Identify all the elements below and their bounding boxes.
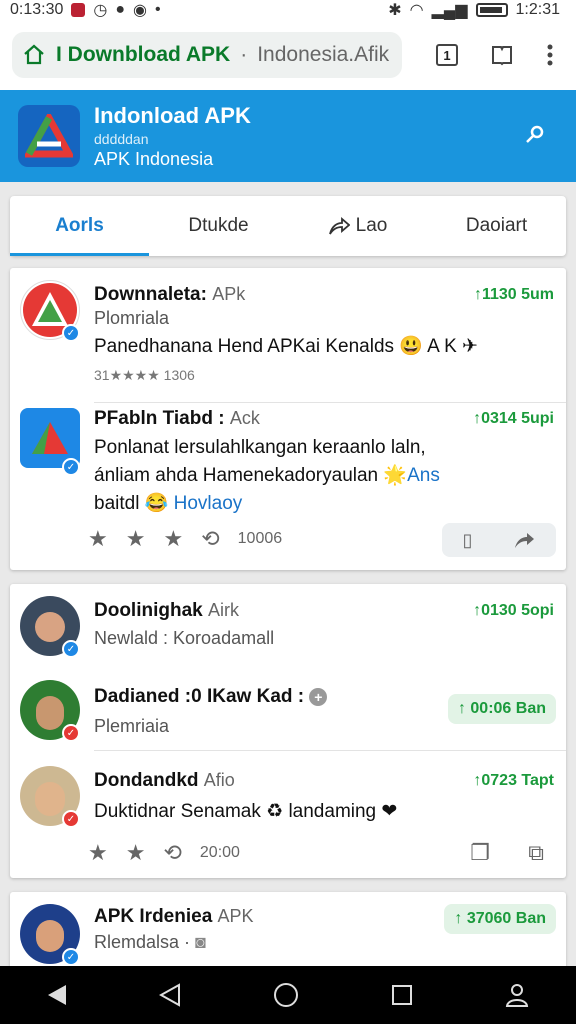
star-icon[interactable]: ★ — [88, 526, 108, 552]
app-header: Indonload APK dddddan APK Indonesia — [0, 90, 576, 182]
feed-card: ✓ Downnaleta: APk ↑1130 5um Plomriala Pa… — [10, 268, 566, 570]
post-subtitle: Rlemdalsa · — [94, 932, 191, 952]
copy-icon[interactable]: ❐ — [470, 840, 490, 866]
post-author: PFabln Tiabd : — [94, 408, 225, 429]
tab-label: Lao — [355, 215, 388, 236]
star-icon[interactable]: ★ — [88, 840, 108, 866]
logo-triangle-icon — [25, 114, 73, 158]
post-link[interactable]: Hovlaoy — [174, 493, 243, 514]
tab-1[interactable]: Dtukde — [149, 196, 288, 256]
post-count: 10006 — [237, 530, 283, 547]
post-author: Dondandkd — [94, 770, 199, 791]
camera-icon: ◙ — [195, 932, 206, 952]
status-time-left: 0:13:30 — [10, 1, 64, 18]
recents-icon[interactable] — [391, 984, 413, 1006]
tab-0[interactable]: Aorls — [10, 196, 149, 256]
post-body-line3: baitdl 😂 — [94, 493, 169, 514]
bookmark-icon[interactable]: ⧉ — [528, 840, 544, 866]
app-tagline: dddddan — [94, 130, 149, 147]
home-circle-icon[interactable] — [273, 982, 299, 1008]
tab-3[interactable]: Daoiart — [427, 196, 566, 256]
url-domain: I Downbload APK — [56, 43, 231, 66]
browser-toolbar: I Downbload APK · Indonesia.Afik 1 — [0, 20, 576, 90]
url-separator: · — [240, 43, 248, 66]
url-path: Indonesia.Afik — [257, 43, 390, 66]
post-body-line2: ánliam ahda Hamenekadoryaulan 🌟 — [94, 465, 408, 486]
home-icon[interactable] — [22, 43, 46, 67]
address-bar[interactable]: I Downbload APK · Indonesia.Afik — [12, 32, 402, 78]
post-actions: ★ ★ ★ ⟲ 10006 — [88, 526, 282, 552]
feed-card: ✓ Doolinighak Airk ↑0130 5opi Newlald : … — [10, 584, 566, 878]
star-icon[interactable]: ★ — [126, 526, 146, 552]
post-tag: APK — [217, 906, 254, 926]
back-icon[interactable] — [159, 983, 181, 1007]
tab-2[interactable]: Lao — [288, 196, 427, 256]
post-author: APK Irdeniea — [94, 906, 213, 927]
action-segment: ▯ — [442, 523, 556, 557]
dot-icon: • — [155, 1, 161, 18]
like-icon[interactable]: ▯ — [463, 530, 473, 551]
tab-label: Daoiart — [465, 215, 528, 236]
tab-switcher-button[interactable]: 1 — [436, 44, 458, 66]
post-time: ↑0314 5upi — [473, 410, 554, 427]
repost-icon[interactable]: ⟲ — [201, 526, 219, 552]
post-tag: Ack — [229, 408, 260, 428]
media-icon: ◉ — [133, 2, 147, 19]
system-nav-bar — [0, 966, 576, 1024]
tab-label: Dtukde — [188, 215, 249, 236]
battery-icon — [475, 3, 508, 17]
share-arrow-icon — [328, 217, 350, 235]
tab-bar: Aorls Dtukde Lao Daoiart — [10, 196, 566, 256]
profile-icon[interactable] — [504, 982, 530, 1008]
app-title: Indonload APK — [94, 102, 251, 128]
app-notification-icon — [71, 3, 86, 17]
share-arrow-icon[interactable] — [513, 530, 535, 550]
repost-icon[interactable]: ⟲ — [163, 840, 181, 866]
post-time: ↑0723 Tapt — [473, 772, 554, 789]
app-logo — [18, 105, 80, 167]
bluetooth-icon: ✱ — [388, 2, 402, 19]
clock-icon: ◷ — [93, 2, 108, 19]
list-item[interactable]: PFabln Tiabd : Ack ↑0314 5upi Ponlanat l… — [10, 268, 566, 518]
search-icon[interactable] — [522, 124, 546, 148]
signal-icon: ▂▄▆ — [431, 2, 468, 19]
post-tag: Afio — [203, 770, 235, 790]
bookmark-icon[interactable] — [490, 43, 514, 67]
back-filled-icon[interactable] — [46, 983, 68, 1007]
tab-label: Aorls — [55, 215, 104, 236]
status-time-right: 1:2:31 — [515, 1, 560, 18]
star-icon[interactable]: ★ — [126, 840, 146, 866]
settings-notif-icon: ● — [115, 1, 126, 18]
wifi-icon: ◠ — [409, 2, 424, 19]
post-link[interactable]: Ans — [407, 465, 440, 486]
post-body: Duktidnar Senamak ♻ landaming ❤ — [94, 801, 398, 822]
time-pill[interactable]: ↑ 37060 Ban — [444, 904, 556, 934]
overflow-menu-icon[interactable] — [546, 43, 554, 67]
post-body-line1: Ponlanat lersulahlkangan keraanlo laln, — [94, 437, 426, 458]
status-bar: 0:13:30 ◷ ● ◉ • ✱ ◠ ▂▄▆ 1:2:31 — [0, 0, 576, 20]
list-item[interactable]: Dondandkd Afio ↑0723 Tapt Duktidnar Sena… — [10, 584, 566, 826]
post-actions: ★ ★ ⟲ 20:00 — [88, 840, 240, 866]
app-subtitle: APK Indonesia — [94, 148, 214, 169]
post-count: 20:00 — [199, 844, 240, 861]
star-icon[interactable]: ★ — [163, 526, 183, 552]
